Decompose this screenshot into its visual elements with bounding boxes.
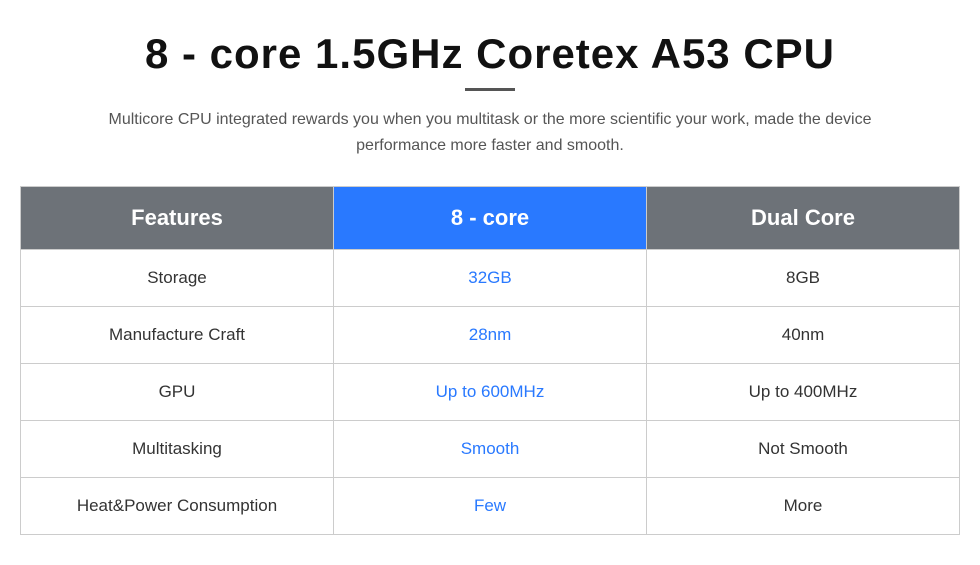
title-divider xyxy=(465,88,515,91)
header-dualcore: Dual Core xyxy=(647,187,960,250)
cell-8core: 32GB xyxy=(334,250,647,307)
cell-feature: Heat&Power Consumption xyxy=(21,478,334,535)
table-body: Storage32GB8GBManufacture Craft28nm40nmG… xyxy=(21,250,960,535)
table-row: Storage32GB8GB xyxy=(21,250,960,307)
table-row: Manufacture Craft28nm40nm xyxy=(21,307,960,364)
cell-8core: Smooth xyxy=(334,421,647,478)
cell-8core: Few xyxy=(334,478,647,535)
cell-dualcore: Not Smooth xyxy=(647,421,960,478)
header-8core: 8 - core xyxy=(334,187,647,250)
cell-8core: 28nm xyxy=(334,307,647,364)
cell-dualcore: Up to 400MHz xyxy=(647,364,960,421)
cell-feature: Multitasking xyxy=(21,421,334,478)
cell-feature: Storage xyxy=(21,250,334,307)
table-header-row: Features 8 - core Dual Core xyxy=(21,187,960,250)
table-row: MultitaskingSmoothNot Smooth xyxy=(21,421,960,478)
cell-dualcore: More xyxy=(647,478,960,535)
comparison-table: Features 8 - core Dual Core Storage32GB8… xyxy=(20,186,960,535)
cell-feature: Manufacture Craft xyxy=(21,307,334,364)
cell-dualcore: 40nm xyxy=(647,307,960,364)
header-features: Features xyxy=(21,187,334,250)
cell-feature: GPU xyxy=(21,364,334,421)
cell-8core: Up to 600MHz xyxy=(334,364,647,421)
page-subtitle: Multicore CPU integrated rewards you whe… xyxy=(80,107,900,158)
cell-dualcore: 8GB xyxy=(647,250,960,307)
table-row: Heat&Power ConsumptionFewMore xyxy=(21,478,960,535)
page-title: 8 - core 1.5GHz Coretex A53 CPU xyxy=(145,30,835,78)
table-row: GPUUp to 600MHzUp to 400MHz xyxy=(21,364,960,421)
